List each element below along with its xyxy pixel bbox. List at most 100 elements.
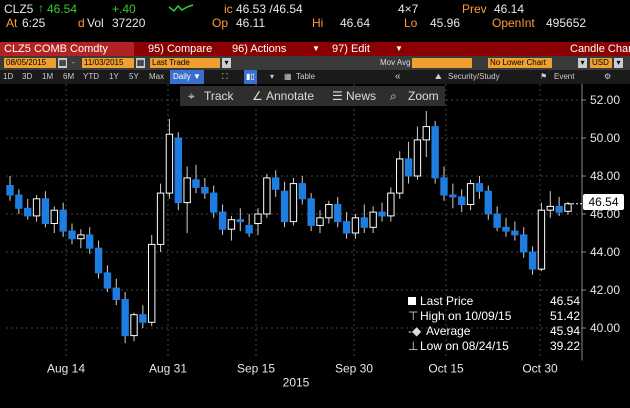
x-tick-label: Aug 14 [47, 362, 85, 376]
actions-button[interactable]: 96) Actions [232, 42, 286, 56]
period-6m[interactable]: 6M [63, 70, 74, 84]
candle-down [378, 211, 386, 217]
candle-up [165, 133, 174, 194]
line-chart-icon[interactable]: ⛶ [222, 70, 228, 84]
last-price: 46.54 [47, 2, 78, 16]
last-trade-time: 6:25 [22, 16, 46, 30]
x-year-label: 2015 [283, 376, 310, 390]
zoom-button[interactable]: Zoom [408, 86, 439, 106]
candle-down [103, 272, 112, 289]
security-name[interactable]: CLZ5 COMB Comdty [0, 42, 134, 56]
candle-down [528, 251, 537, 270]
news-button[interactable]: News [346, 86, 376, 106]
legend-label: Last Price [420, 294, 474, 308]
period-max[interactable]: Max [149, 70, 164, 84]
period-ytd[interactable]: YTD [83, 70, 99, 84]
track-button[interactable]: Track [204, 86, 234, 106]
candle-down [24, 207, 32, 217]
candle-up [50, 209, 58, 224]
candle-up [227, 219, 236, 230]
x-tick-label: Oct 15 [428, 362, 464, 376]
candle-up [369, 211, 377, 228]
candle-down [298, 183, 306, 200]
actions-dropdown-icon[interactable]: ▼ [312, 42, 320, 56]
crosshair-icon[interactable]: ⌖ [188, 86, 195, 106]
period-1d[interactable]: 1D [3, 70, 13, 84]
bid-ask-size: 4×7 [398, 2, 419, 16]
dvol-label: d [78, 16, 85, 30]
candle-chart[interactable]: 52.0050.0048.0046.0044.0042.0040.00Aug 1… [0, 84, 630, 408]
edit-button[interactable]: 97) Edit [332, 42, 370, 56]
start-date-field[interactable]: 08/05/2015 [4, 58, 56, 68]
chart-type-icon[interactable]: ▮▯ [244, 70, 257, 84]
function-menu-bar: CLZ5 COMB Comdty 95) Compare 96) Actions… [0, 42, 630, 56]
candle-down [307, 198, 315, 226]
last-price-badge: 46.54 [583, 194, 624, 210]
candle-up [130, 314, 138, 337]
candle-down [201, 186, 209, 194]
collapse-icon[interactable]: « [395, 70, 401, 84]
end-date-field[interactable]: 11/03/2015 [82, 58, 134, 68]
end-calendar-icon[interactable]: ▦ [136, 58, 145, 68]
legend-value: 46.54 [549, 294, 580, 308]
chart-legend: Last Price 46.54 ⊤ High on 10/09/15 51.4… [408, 294, 580, 354]
pencil-icon[interactable]: ∠ [252, 86, 263, 106]
table-icon[interactable]: ▦ [284, 70, 292, 84]
news-icon[interactable]: ☰ [332, 86, 343, 106]
candle-down [41, 198, 50, 225]
candle-down [192, 179, 200, 188]
candle-down [404, 158, 413, 177]
settings-gear-icon[interactable]: ⚙ [604, 70, 611, 84]
volume: 37220 [112, 16, 146, 30]
period-3d[interactable]: 3D [22, 70, 32, 84]
compare-button[interactable]: 95) Compare [148, 42, 212, 56]
lower-chart-dropdown-icon[interactable]: ▾ [578, 58, 587, 68]
security-study-button[interactable]: Security/Study [448, 70, 500, 84]
edit-dropdown-icon[interactable]: ▼ [395, 42, 403, 56]
flag-icon[interactable]: ⚑ [540, 70, 547, 84]
candle-up [351, 217, 360, 234]
chart-name: Candle Chart [570, 43, 630, 55]
table-button[interactable]: Table [296, 70, 315, 84]
field-select[interactable]: Last Trade [150, 58, 220, 68]
candle-up [387, 192, 395, 217]
candle-down [475, 183, 484, 192]
open-interest: 495652 [546, 16, 587, 30]
sparkline-icon [168, 4, 194, 13]
field-dropdown-icon[interactable]: ▾ [222, 58, 231, 68]
start-calendar-icon[interactable]: ▦ [58, 58, 67, 68]
candle-up [413, 139, 422, 177]
frequency-select[interactable]: Daily ▼ [170, 70, 204, 84]
candle-down [431, 126, 439, 179]
period-5y[interactable]: 5Y [129, 70, 139, 84]
candle-up [254, 213, 262, 224]
settings-bar: 08/05/2015 ▦ - 11/03/2015 ▦ Last Trade ▾… [0, 56, 630, 70]
prev-close: 46.14 [494, 2, 525, 16]
chart-type-dropdown-icon[interactable]: ▾ [270, 70, 274, 84]
annotate-button[interactable]: Annotate [266, 86, 314, 106]
candle-up [564, 203, 572, 212]
mountain-icon[interactable]: ⛰ [435, 70, 442, 84]
candle-down [493, 213, 501, 228]
lower-chart-select[interactable]: No Lower Chart [488, 58, 552, 68]
period-1y[interactable]: 1Y [109, 70, 119, 84]
legend-value: 39.22 [549, 339, 580, 353]
candle-down [280, 190, 289, 223]
mov-avg-field[interactable] [412, 58, 472, 68]
zoom-icon[interactable]: ⌕ [390, 86, 397, 106]
candle-down [6, 185, 14, 196]
currency-dropdown-icon[interactable]: ▾ [614, 58, 623, 68]
period-1m[interactable]: 1M [42, 70, 53, 84]
low-price: 45.96 [430, 16, 461, 30]
x-tick-label: Sep 30 [335, 362, 373, 376]
high-marker-icon: ⊤ [408, 309, 419, 323]
ticker[interactable]: CLZ5 [4, 2, 33, 16]
candle-down [511, 230, 519, 236]
legend-label: Average [426, 324, 471, 338]
mov-avg-label: Mov Avg [380, 58, 411, 67]
event-button[interactable]: Event [554, 70, 574, 84]
candle-down [449, 194, 457, 198]
candle-up [316, 217, 324, 226]
currency-select[interactable]: USD [590, 58, 612, 68]
candle-down [520, 234, 528, 253]
